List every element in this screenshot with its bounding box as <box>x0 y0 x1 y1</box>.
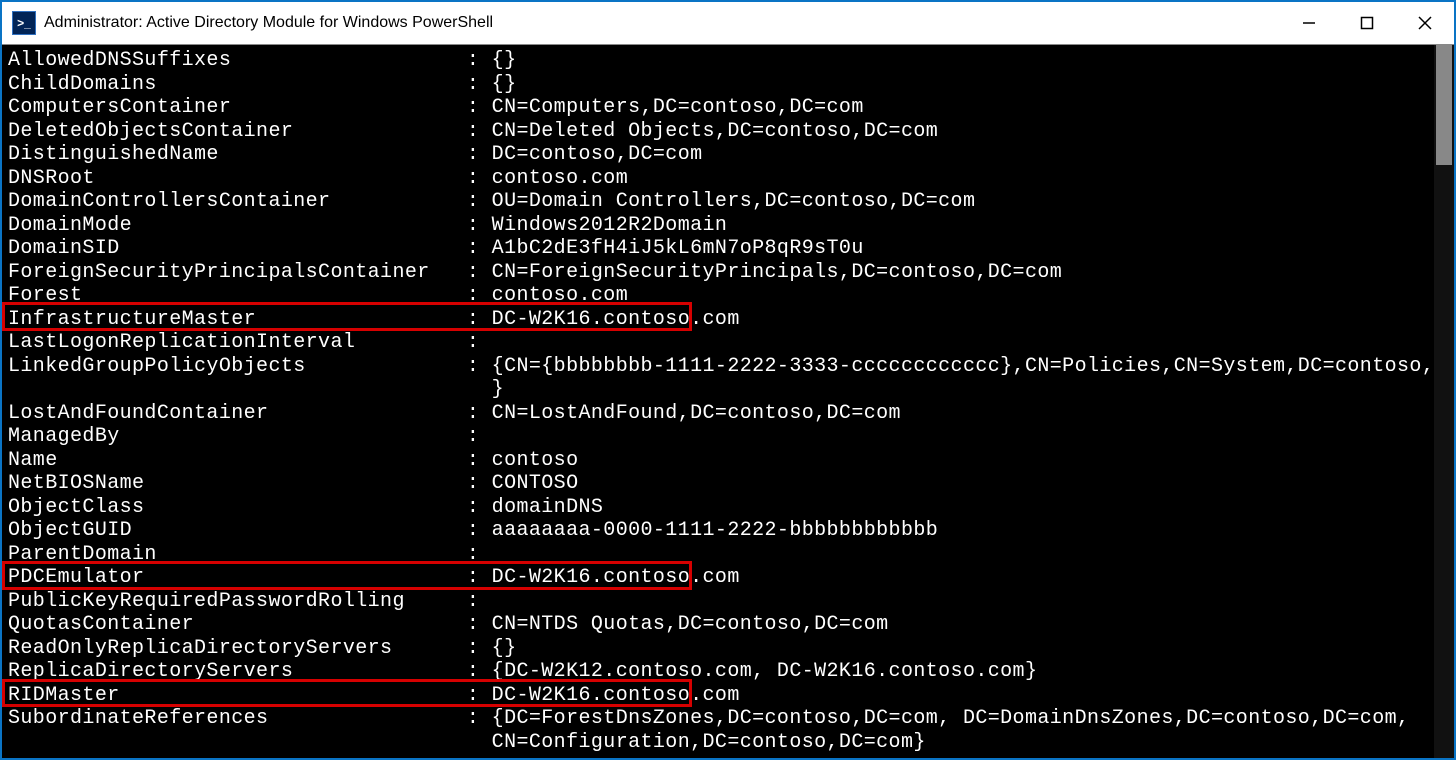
output-line: DistinguishedName : DC=contoso,DC=com <box>8 143 1434 167</box>
output-line: } <box>8 378 1434 402</box>
output-line: DomainControllersContainer : OU=Domain C… <box>8 190 1434 214</box>
output-line: LostAndFoundContainer : CN=LostAndFound,… <box>8 402 1434 426</box>
powershell-window: >_ Administrator: Active Directory Modul… <box>0 0 1456 760</box>
output-line: ParentDomain : <box>8 543 1434 567</box>
output-line: DomainSID : A1bC2dE3fH4iJ5kL6mN7oP8qR9sT… <box>8 237 1434 261</box>
output-line: ObjectClass : domainDNS <box>8 496 1434 520</box>
terminal-output[interactable]: AllowedDNSSuffixes : {}ChildDomains : {}… <box>2 45 1434 758</box>
output-line: ReadOnlyReplicaDirectoryServers : {} <box>8 637 1434 661</box>
output-line: ReplicaDirectoryServers : {DC-W2K12.cont… <box>8 660 1434 684</box>
output-line: ForeignSecurityPrincipalsContainer : CN=… <box>8 261 1434 285</box>
titlebar[interactable]: >_ Administrator: Active Directory Modul… <box>2 2 1454 45</box>
output-line: ObjectGUID : aaaaaaaa-0000-1111-2222-bbb… <box>8 519 1434 543</box>
close-button[interactable] <box>1396 2 1454 44</box>
powershell-icon: >_ <box>12 11 36 35</box>
output-line: DomainMode : Windows2012R2Domain <box>8 214 1434 238</box>
output-line: NetBIOSName : CONTOSO <box>8 472 1434 496</box>
output-line: QuotasContainer : CN=NTDS Quotas,DC=cont… <box>8 613 1434 637</box>
output-line: RIDMaster : DC-W2K16.contoso.com <box>8 684 1434 708</box>
scrollbar[interactable] <box>1434 45 1454 758</box>
scroll-thumb[interactable] <box>1436 45 1452 165</box>
output-line: ComputersContainer : CN=Computers,DC=con… <box>8 96 1434 120</box>
window-title: Administrator: Active Directory Module f… <box>44 14 493 32</box>
output-line: DeletedObjectsContainer : CN=Deleted Obj… <box>8 120 1434 144</box>
output-line: PDCEmulator : DC-W2K16.contoso.com <box>8 566 1434 590</box>
output-line: PublicKeyRequiredPasswordRolling : <box>8 590 1434 614</box>
output-line: LastLogonReplicationInterval : <box>8 331 1434 355</box>
output-line: CN=Configuration,DC=contoso,DC=com} <box>8 731 1434 755</box>
output-line: DNSRoot : contoso.com <box>8 167 1434 191</box>
output-line: Forest : contoso.com <box>8 284 1434 308</box>
output-line: AllowedDNSSuffixes : {} <box>8 49 1434 73</box>
output-line: SubordinateReferences : {DC=ForestDnsZon… <box>8 707 1434 731</box>
output-line: LinkedGroupPolicyObjects : {CN={bbbbbbbb… <box>8 355 1434 379</box>
output-line: Name : contoso <box>8 449 1434 473</box>
maximize-button[interactable] <box>1338 2 1396 44</box>
output-line: ManagedBy : <box>8 425 1434 449</box>
output-line: InfrastructureMaster : DC-W2K16.contoso.… <box>8 308 1434 332</box>
minimize-button[interactable] <box>1280 2 1338 44</box>
output-line: ChildDomains : {} <box>8 73 1434 97</box>
